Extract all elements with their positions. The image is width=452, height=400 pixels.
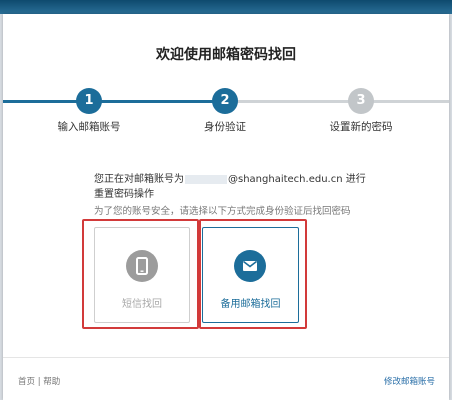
step-3-label: 设置新的密码	[329, 121, 393, 133]
progress-line-complete	[3, 100, 224, 103]
mail-icon	[234, 250, 266, 282]
footer-links: 首页 | 帮助	[18, 375, 60, 387]
step-1-label: 输入邮箱账号	[57, 121, 121, 133]
backup-email-recovery-option[interactable]: 备用邮箱找回	[202, 227, 299, 323]
step-2-label: 身份验证	[204, 121, 246, 133]
footer-separator: |	[37, 377, 41, 387]
security-hint: 为了您的账号安全，请选择以下方式完成身份验证后找回密码	[94, 206, 351, 217]
account-info-text: 您正在对邮箱账号为 @shanghaitech.edu.cn 进行重置密码操作	[94, 172, 374, 202]
backup-email-recovery-label: 备用邮箱找回	[220, 299, 281, 310]
sms-recovery-label: 短信找回	[122, 299, 162, 310]
step-3-circle: 3	[348, 88, 374, 114]
progress-line-remaining	[224, 100, 449, 103]
window-top-band	[0, 0, 452, 14]
step-1-circle: 1	[76, 88, 102, 114]
masked-account-name	[185, 174, 227, 184]
modify-email-account-link[interactable]: 修改邮箱账号	[384, 375, 435, 387]
phone-icon	[126, 250, 158, 282]
sms-recovery-option[interactable]: 短信找回	[94, 227, 190, 323]
footer-divider	[3, 357, 449, 358]
info-prefix: 您正在对邮箱账号为	[94, 174, 184, 185]
home-link[interactable]: 首页	[18, 377, 35, 387]
help-link[interactable]: 帮助	[43, 377, 60, 387]
step-2-circle: 2	[212, 88, 238, 114]
page-title: 欢迎使用邮箱密码找回	[156, 47, 296, 63]
info-domain: @shanghaitech.edu.cn	[228, 174, 343, 185]
